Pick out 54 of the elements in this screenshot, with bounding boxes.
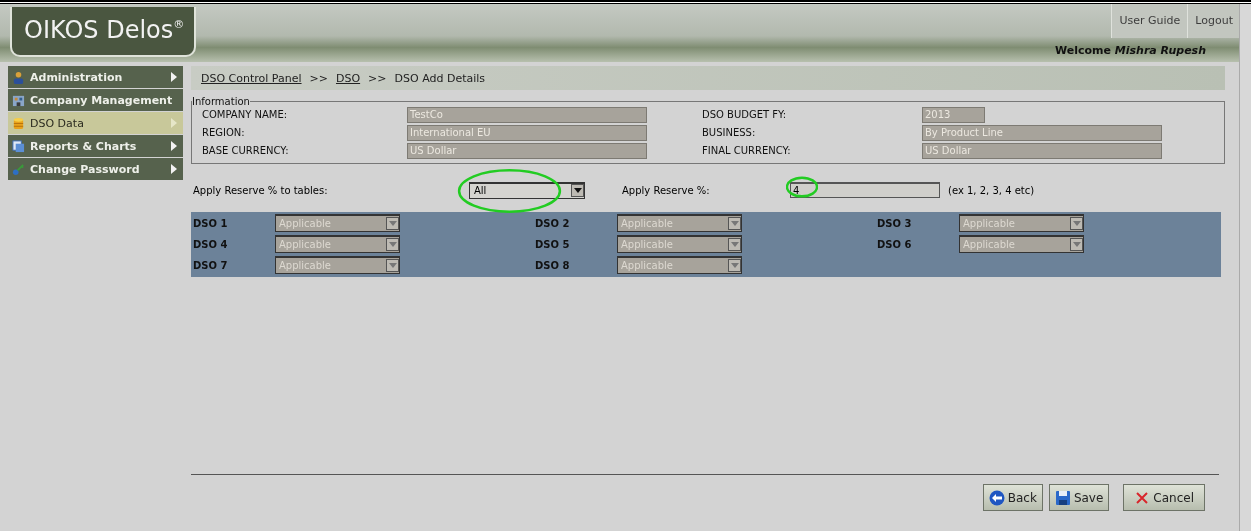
breadcrumb-link[interactable]: DSO Control Panel bbox=[201, 71, 302, 85]
arrow-icon bbox=[171, 72, 177, 82]
readonly-field: TestCo bbox=[407, 107, 647, 123]
building-icon bbox=[12, 93, 25, 107]
field-label: COMPANY NAME: bbox=[202, 108, 289, 122]
table-label: DSO 3 bbox=[877, 217, 913, 229]
table-label: DSO 5 bbox=[535, 238, 571, 250]
readonly-field: By Product Line bbox=[922, 125, 1162, 141]
arrow-icon bbox=[171, 164, 177, 174]
sidebar-item[interactable]: Company Management bbox=[8, 89, 183, 111]
readonly-field: US Dollar bbox=[407, 143, 647, 159]
sidebar-item[interactable]: Administration bbox=[8, 66, 183, 88]
header-link[interactable]: Logout bbox=[1187, 4, 1240, 38]
percent-input[interactable]: 4 bbox=[790, 182, 940, 198]
readonly-field: US Dollar bbox=[922, 143, 1162, 159]
breadcrumb-link[interactable]: DSO bbox=[336, 71, 361, 85]
person-icon bbox=[12, 70, 25, 84]
logo: OIKOS Delos$^{®}$ bbox=[10, 7, 197, 57]
database-icon bbox=[12, 116, 25, 130]
key-icon bbox=[12, 162, 25, 176]
scrollbar[interactable] bbox=[1239, 4, 1251, 531]
sidebar-item[interactable]: Reports & Charts bbox=[8, 135, 183, 157]
table-label: DSO 4 bbox=[193, 238, 229, 250]
table-label: DSO 6 bbox=[877, 238, 913, 250]
readonly-field: International EU bbox=[407, 125, 647, 141]
arrow-icon bbox=[171, 118, 177, 128]
save-button[interactable]: Save bbox=[1048, 484, 1110, 511]
table-label: DSO 7 bbox=[193, 259, 229, 271]
welcome-text: Welcome Mishra Rupesh bbox=[1055, 43, 1207, 57]
header-link[interactable]: User Guide bbox=[1111, 4, 1188, 38]
table-label: DSO 2 bbox=[535, 217, 571, 229]
field-label: REGION: bbox=[202, 126, 246, 140]
breadcrumb-text: DSO Add Details bbox=[394, 71, 486, 85]
breadcrumb-text: >> bbox=[309, 71, 328, 85]
tables-dropdown[interactable]: All bbox=[469, 181, 585, 199]
table-label: DSO 8 bbox=[535, 259, 571, 271]
cancel-button[interactable]: Cancel bbox=[1123, 484, 1205, 511]
field-label: FINAL CURRENCY: bbox=[702, 144, 792, 158]
arrow-icon bbox=[171, 141, 177, 151]
close-icon bbox=[1134, 489, 1151, 506]
table-label: DSO 1 bbox=[193, 217, 229, 229]
readonly-field: 2013 bbox=[922, 107, 985, 123]
field-label: Apply Reserve %: bbox=[622, 184, 711, 196]
panel-legend: Information bbox=[192, 96, 250, 107]
sidebar-item[interactable]: Change Password bbox=[8, 158, 183, 180]
hint-text: (ex 1, 2, 3, 4 etc) bbox=[948, 184, 1035, 196]
field-label: DSO BUDGET FY: bbox=[702, 108, 788, 122]
field-label: BASE CURRENCY: bbox=[202, 144, 290, 158]
sidebar-item[interactable]: DSO Data bbox=[8, 112, 183, 134]
breadcrumb-text: >> bbox=[368, 71, 387, 85]
document-icon bbox=[12, 139, 25, 153]
field-label: BUSINESS: bbox=[702, 126, 757, 140]
field-label: Apply Reserve % to tables: bbox=[193, 184, 329, 196]
back-button[interactable]: Back bbox=[982, 484, 1043, 511]
